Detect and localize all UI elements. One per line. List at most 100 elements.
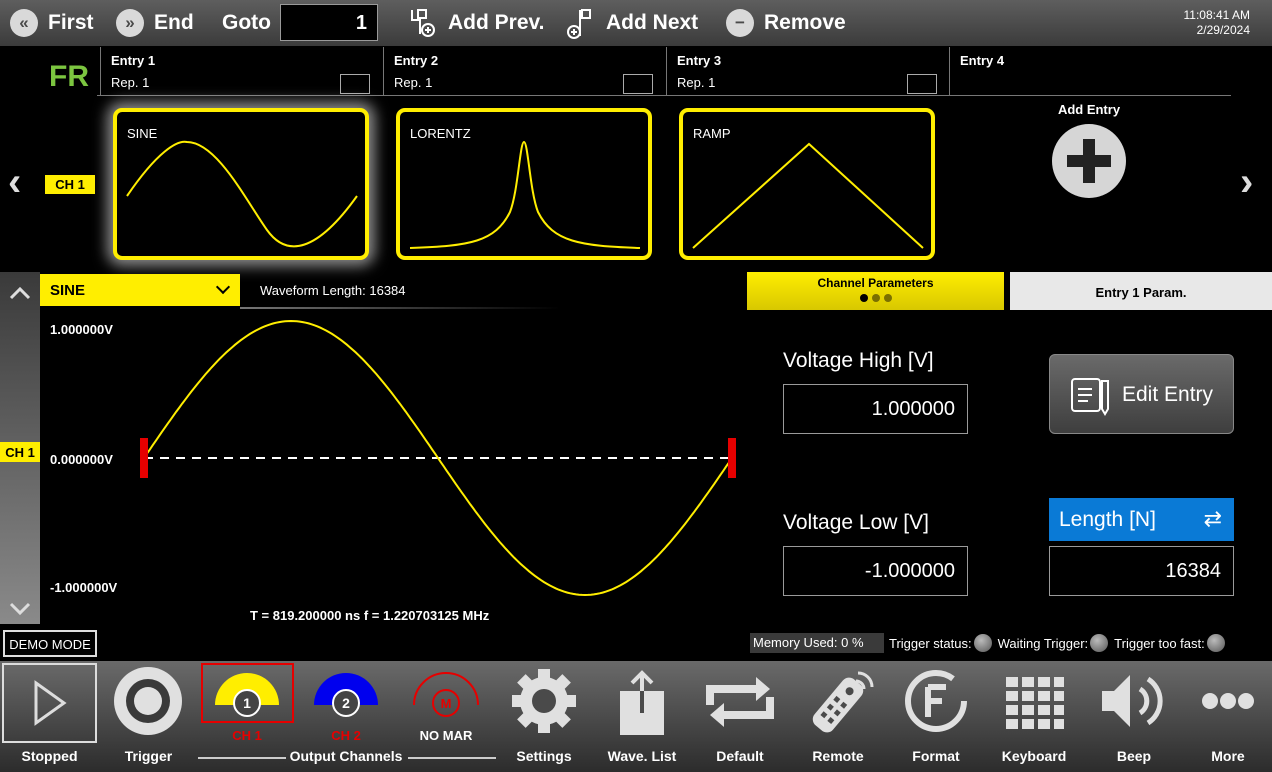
- waiting-trigger-led-icon: [1090, 634, 1109, 652]
- settings-button[interactable]: Settings: [498, 661, 590, 772]
- y-axis-min-label: -1.000000V: [50, 580, 118, 595]
- entry-repeat: Rep. 1: [111, 75, 150, 90]
- marker-letter: M: [441, 696, 452, 711]
- waveform-length-value: 16384: [369, 283, 406, 298]
- length-mode-button[interactable]: Length [N] ⇄: [1049, 498, 1234, 541]
- top-toolbar: « First » End Goto 1 Add Prev. Add Next …: [0, 0, 1272, 46]
- bottom-toolbar: Stopped Trigger 1 CH 1 2 CH 2 M NO MAR O…: [0, 661, 1272, 772]
- voltage-low-label: Voltage Low [V]: [783, 511, 929, 534]
- wave-list-button[interactable]: Wave. List: [596, 661, 688, 772]
- entry-checkbox[interactable]: [340, 74, 370, 94]
- divider: [240, 307, 560, 309]
- remote-label: Remote: [812, 748, 864, 764]
- length-input[interactable]: 16384: [1049, 546, 1234, 596]
- divider: [408, 757, 496, 759]
- first-button[interactable]: « First: [10, 0, 94, 46]
- entry-title: Entry 3: [677, 53, 722, 68]
- clock-date: 2/29/2024: [1196, 23, 1250, 37]
- voltage-low-input[interactable]: -1.000000: [783, 546, 968, 596]
- more-button[interactable]: More: [1182, 661, 1272, 772]
- page-dot: [883, 294, 892, 302]
- format-button[interactable]: Format: [890, 661, 982, 772]
- demo-mode-badge: DEMO MODE: [3, 630, 97, 657]
- ramp-thumbnail: [692, 142, 924, 249]
- remote-button[interactable]: Remote: [792, 661, 884, 772]
- add-prev-button[interactable]: Add Prev.: [408, 0, 544, 46]
- repeat-icon: [706, 677, 774, 727]
- more-label: More: [1211, 748, 1245, 764]
- entry-card-sine[interactable]: SINE: [113, 108, 369, 260]
- waveform-length-label: Waveform Length:: [260, 283, 366, 298]
- add-prev-icon: [411, 9, 435, 37]
- lorentz-thumbnail: [409, 140, 641, 249]
- trigger-icon: [114, 667, 182, 735]
- entry-card-lorentz[interactable]: LORENTZ: [396, 108, 652, 260]
- remove-label: Remove: [764, 11, 846, 34]
- trigger-too-fast-led-icon: [1206, 634, 1225, 652]
- keypad-icon: [1006, 677, 1064, 729]
- settings-label: Settings: [516, 748, 572, 764]
- entry-header-1[interactable]: Entry 1 Rep. 1: [97, 47, 382, 96]
- divider: [946, 95, 1231, 96]
- play-icon: [2, 663, 97, 743]
- swap-icon: ⇄: [1203, 506, 1222, 531]
- ch1-output-icon: 1 CH 1: [201, 663, 294, 743]
- more-dots-icon: [1202, 693, 1254, 709]
- chevron-up-icon[interactable]: [0, 278, 40, 308]
- entry-title: Entry 4: [960, 53, 1005, 68]
- upload-icon: [620, 670, 664, 735]
- waiting-trigger-label: Waiting Trigger:: [997, 635, 1089, 651]
- trigger-status-label: Trigger status:: [889, 635, 972, 651]
- goto-input[interactable]: 1: [280, 4, 378, 41]
- remove-button[interactable]: − Remove: [726, 0, 846, 46]
- waveform-plot: [140, 319, 736, 597]
- first-label: First: [48, 11, 94, 34]
- entry-checkbox[interactable]: [623, 74, 653, 94]
- end-button[interactable]: » End: [116, 0, 194, 46]
- waveform-length: Waveform Length: 16384: [260, 283, 406, 298]
- entry-repeat: Rep. 1: [394, 75, 433, 90]
- edit-entry-button[interactable]: Edit Entry: [1049, 354, 1234, 434]
- clock-time: 11:08:41 AM: [1183, 8, 1251, 22]
- trigger-too-fast-label: Trigger too fast:: [1114, 635, 1205, 651]
- default-label: Default: [716, 748, 764, 764]
- start-marker[interactable]: [140, 438, 148, 478]
- default-button[interactable]: Default: [694, 661, 786, 772]
- entry-header-2[interactable]: Entry 2 Rep. 1: [380, 47, 665, 96]
- beep-button[interactable]: Beep: [1088, 661, 1180, 772]
- entry-header-4[interactable]: Entry 4: [946, 47, 1231, 96]
- marker-output-button[interactable]: M NO MAR: [400, 661, 493, 772]
- run-stop-label: Stopped: [21, 748, 78, 764]
- end-label: End: [154, 11, 194, 34]
- gear-icon: [512, 669, 576, 733]
- chevron-down-icon[interactable]: [0, 594, 40, 624]
- keyboard-button[interactable]: Keyboard: [988, 661, 1080, 772]
- double-chevron-left-icon: «: [10, 9, 38, 37]
- entry-title: Entry 1: [111, 53, 156, 68]
- ch1-number: 1: [243, 695, 251, 711]
- add-prev-label: Add Prev.: [448, 11, 545, 34]
- page-dots: [747, 294, 1004, 302]
- entry-header-3[interactable]: Entry 3 Rep. 1: [663, 47, 948, 96]
- chevron-left-icon[interactable]: ‹: [8, 160, 21, 205]
- run-stop-button[interactable]: Stopped: [2, 661, 97, 772]
- add-entry-button[interactable]: [1052, 124, 1126, 198]
- entry-card-ramp[interactable]: RAMP: [679, 108, 935, 260]
- voltage-high-input[interactable]: 1.000000: [783, 384, 968, 434]
- divider: [97, 95, 382, 96]
- remote-control-icon: [812, 671, 874, 733]
- trigger-label: Trigger: [124, 748, 173, 764]
- trigger-button[interactable]: Trigger: [101, 661, 196, 772]
- entry-checkbox[interactable]: [907, 74, 937, 94]
- output-channels-label: Output Channels: [289, 748, 403, 764]
- tab-channel-parameters[interactable]: Channel Parameters: [747, 272, 1004, 310]
- waveform-select[interactable]: SINE: [40, 274, 240, 306]
- add-next-label: Add Next: [606, 11, 699, 34]
- end-marker[interactable]: [728, 438, 736, 478]
- tab-entry-parameters[interactable]: Entry 1 Param.: [1010, 272, 1272, 310]
- edit-document-icon: [1071, 378, 1109, 416]
- length-label: Length [N]: [1059, 508, 1156, 531]
- output-ch1-button[interactable]: 1 CH 1: [201, 661, 294, 772]
- chevron-right-icon[interactable]: ›: [1240, 160, 1253, 205]
- add-next-button[interactable]: Add Next: [566, 0, 698, 46]
